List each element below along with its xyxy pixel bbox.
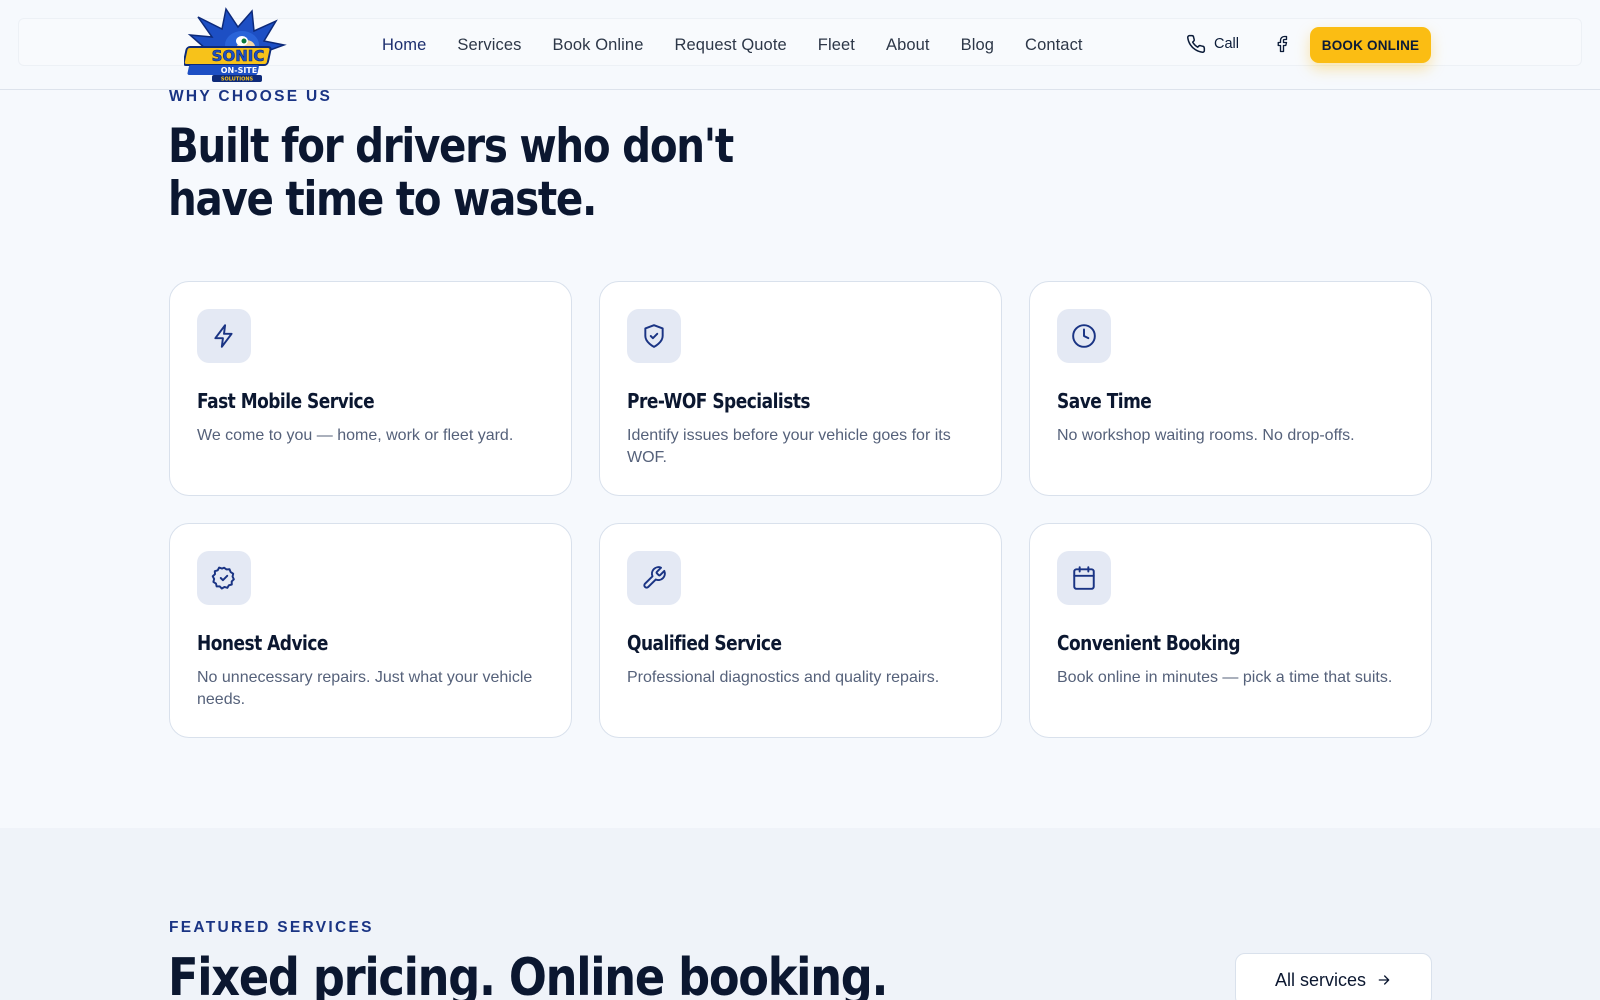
feature-card-fast-mobile: Fast Mobile Service We come to you — hom… xyxy=(169,281,572,496)
book-online-button[interactable]: BOOK ONLINE xyxy=(1310,27,1431,63)
nav-item-fleet[interactable]: Fleet xyxy=(818,36,855,55)
sonic-logo-icon: SONIC ON-SITE SOLUTIONS xyxy=(184,7,287,83)
main-nav: Home Services Book Online Request Quote … xyxy=(382,0,1114,90)
why-headline: Built for drivers who don't have time to… xyxy=(168,119,734,227)
facebook-link[interactable] xyxy=(1272,33,1292,55)
nav-item-contact[interactable]: Contact xyxy=(1025,36,1083,55)
feature-desc: No unnecessary repairs. Just what your v… xyxy=(197,669,533,708)
feature-card-save-time: Save Time No workshop waiting rooms. No … xyxy=(1029,281,1432,496)
lightning-icon xyxy=(214,324,233,348)
arrow-right-icon xyxy=(1378,975,1390,985)
badge-check-icon xyxy=(211,566,235,590)
call-label: Call xyxy=(1214,36,1239,52)
feature-card-qualified-service: Qualified Service Professional diagnosti… xyxy=(599,523,1002,738)
feature-desc: Book online in minutes — pick a time tha… xyxy=(1057,669,1393,686)
nav-item-book-online[interactable]: Book Online xyxy=(553,36,644,55)
feature-desc: We come to you — home, work or fleet yar… xyxy=(197,427,514,444)
feature-card-convenient-booking: Convenient Booking Book online in minute… xyxy=(1029,523,1432,738)
call-link[interactable]: Call xyxy=(1186,32,1239,56)
feature-card-honest-advice: Honest Advice No unnecessary repairs. Ju… xyxy=(169,523,572,738)
feature-icon-tile xyxy=(197,551,251,605)
feature-icon-tile xyxy=(1057,309,1111,363)
clock-icon xyxy=(1072,324,1096,348)
feature-desc: Professional diagnostics and quality rep… xyxy=(627,669,940,686)
why-eyebrow: WHY CHOOSE US xyxy=(169,88,333,105)
logo-text-onsite: ON-SITE xyxy=(221,66,257,75)
site-header: SONIC ON-SITE SOLUTIONS Home Services Bo… xyxy=(0,0,1600,90)
logo-text-sonic: SONIC xyxy=(212,47,265,65)
nav-item-request-quote[interactable]: Request Quote xyxy=(675,36,787,55)
phone-icon xyxy=(1187,34,1206,53)
nav-item-home[interactable]: Home xyxy=(382,36,426,55)
feature-icon-tile xyxy=(1057,551,1111,605)
nav-item-about[interactable]: About xyxy=(886,36,930,55)
feature-icon-tile xyxy=(627,551,681,605)
features-grid: Fast Mobile Service We come to you — hom… xyxy=(169,281,1432,738)
feature-card-pre-wof: Pre-WOF Specialists Identify issues befo… xyxy=(599,281,1002,496)
featured-eyebrow: FEATURED SERVICES xyxy=(169,919,374,936)
feature-title: Pre-WOF Specialists xyxy=(627,389,811,413)
all-services-button[interactable]: All services xyxy=(1235,953,1432,1000)
logo-text-solutions: SOLUTIONS xyxy=(221,77,254,83)
nav-item-blog[interactable]: Blog xyxy=(961,36,994,55)
feature-title: Fast Mobile Service xyxy=(197,389,375,413)
feature-icon-tile xyxy=(197,309,251,363)
feature-title: Qualified Service xyxy=(627,631,782,655)
featured-headline: Fixed pricing. Online booking. xyxy=(168,948,888,1000)
feature-title: Save Time xyxy=(1057,389,1152,413)
all-services-label: All services xyxy=(1274,969,1367,990)
nav-item-services[interactable]: Services xyxy=(457,36,521,55)
feature-title: Honest Advice xyxy=(197,631,328,655)
feature-desc: Identify issues before your vehicle goes… xyxy=(627,427,951,466)
wrench-icon xyxy=(643,566,666,589)
facebook-icon xyxy=(1277,35,1288,53)
brand-logo[interactable]: SONIC ON-SITE SOLUTIONS xyxy=(184,5,290,85)
feature-icon-tile xyxy=(627,309,681,363)
feature-desc: No workshop waiting rooms. No drop-offs. xyxy=(1057,427,1355,444)
calendar-icon xyxy=(1073,566,1095,590)
feature-title: Convenient Booking xyxy=(1057,631,1241,655)
shield-check-icon xyxy=(644,324,664,348)
